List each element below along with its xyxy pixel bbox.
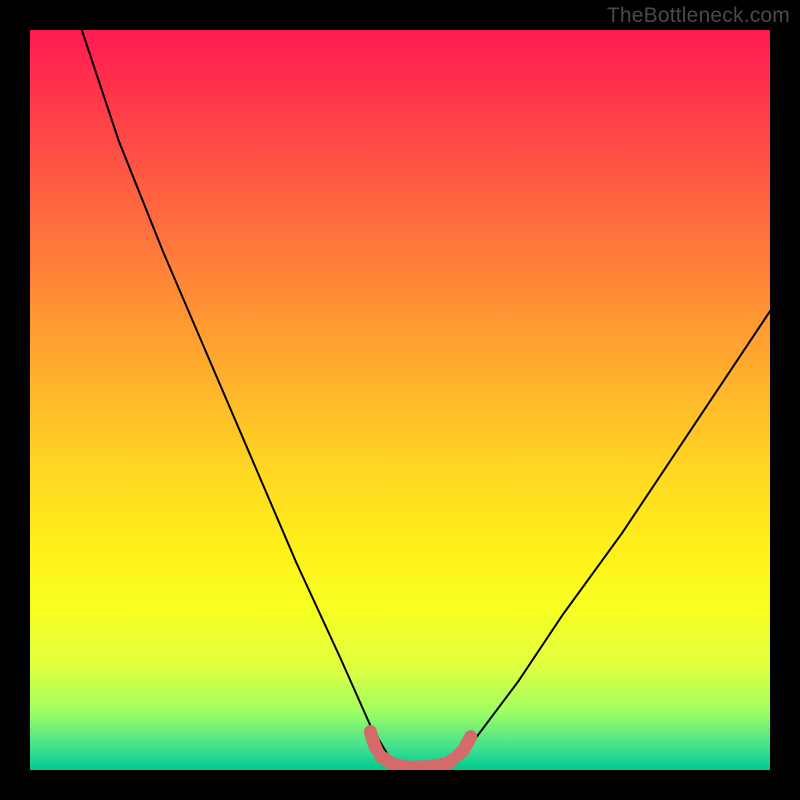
watermark-text: TheBottleneck.com <box>607 4 790 28</box>
highlight-markers <box>370 732 472 768</box>
bottleneck-curve <box>82 30 770 770</box>
chart-svg <box>30 30 770 770</box>
chart-frame: TheBottleneck.com <box>0 0 800 800</box>
plot-area <box>30 30 770 770</box>
